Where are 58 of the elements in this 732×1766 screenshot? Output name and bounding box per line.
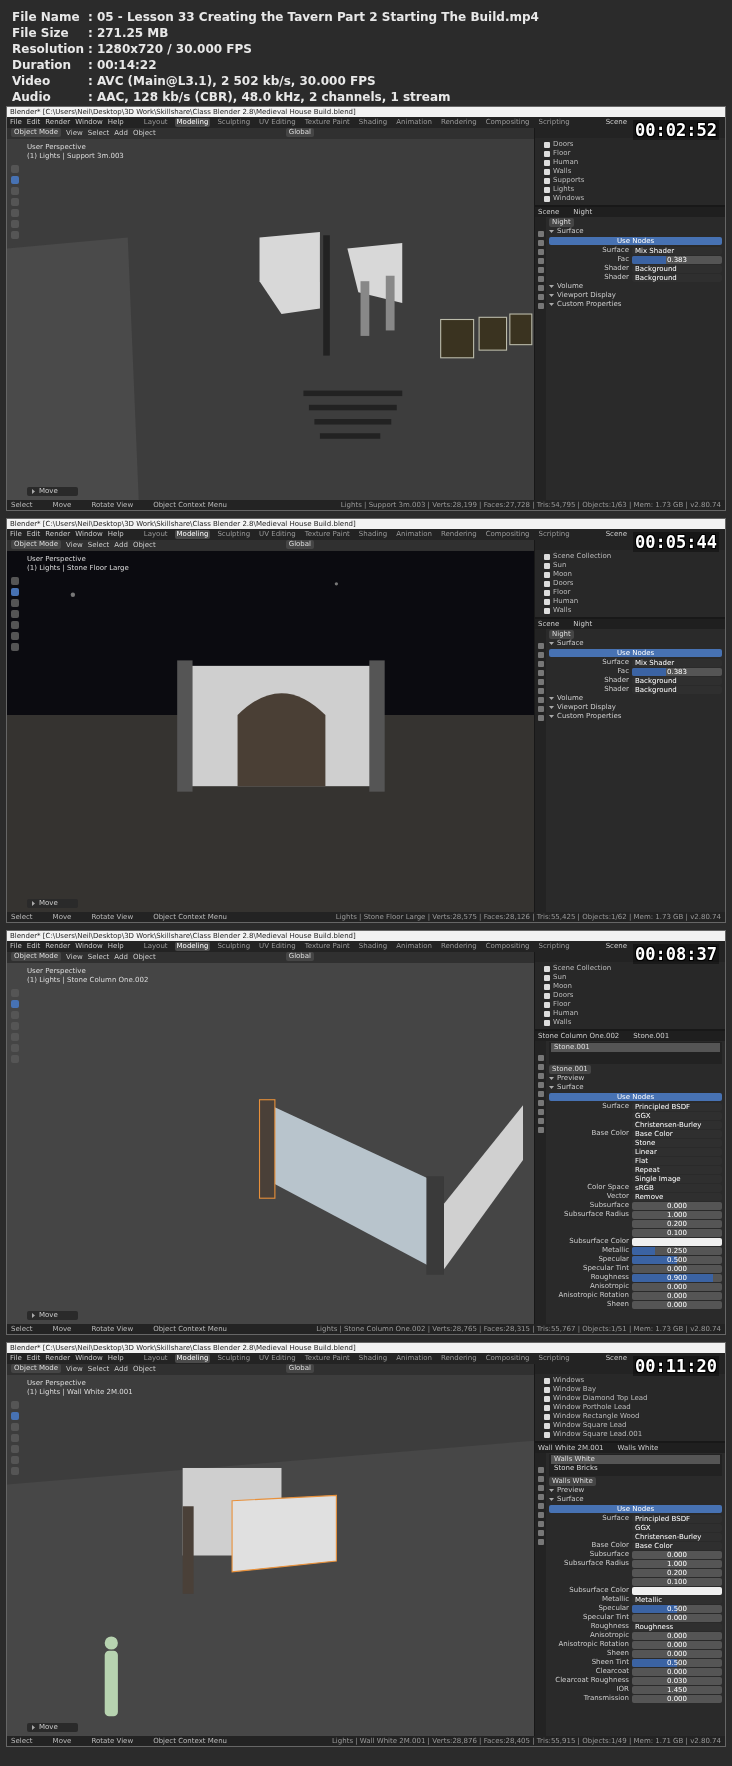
collapsed-arrow-icon[interactable] (31, 901, 36, 906)
checkbox[interactable] (544, 1001, 550, 1008)
checkbox[interactable] (544, 965, 550, 972)
timestamp: 00:11:20 (633, 1356, 719, 1376)
info-value: 1280x720 / 30.000 FPS (96, 42, 253, 57)
checkbox[interactable] (544, 974, 550, 981)
checkbox[interactable] (544, 1395, 550, 1402)
color-swatch[interactable] (632, 1237, 722, 1246)
timestamp: 00:05:44 (633, 532, 719, 552)
expand-arrow-icon[interactable] (549, 229, 554, 234)
checkbox[interactable] (544, 1422, 550, 1429)
info-value: 271.25 MB (96, 26, 170, 41)
collapsed-arrow-icon[interactable] (31, 1725, 36, 1730)
checkbox[interactable] (544, 186, 550, 193)
checkbox[interactable] (544, 1431, 550, 1438)
checkbox[interactable] (544, 607, 550, 614)
info-label: Audio (12, 90, 52, 105)
info-label: Duration (12, 58, 73, 73)
info-value: AVC (Main@L3.1), 2 502 kb/s, 30.000 FPS (96, 74, 377, 89)
info-label: Video (12, 74, 52, 89)
info-value: 00:14:22 (96, 58, 158, 73)
checkbox[interactable] (544, 141, 550, 148)
checkbox[interactable] (544, 553, 550, 560)
info-value: 05 - Lesson 33 Creating the Tavern Part 2 Starting The Build.mp4 (96, 10, 540, 25)
checkbox[interactable] (544, 992, 550, 999)
info-label: File Name (12, 10, 81, 25)
checkbox[interactable] (544, 1386, 550, 1393)
checkbox[interactable] (544, 159, 550, 166)
checkbox[interactable] (544, 589, 550, 596)
info-label: File Size (12, 26, 70, 41)
checkbox[interactable] (544, 1413, 550, 1420)
checkbox[interactable] (544, 177, 550, 184)
collapsed-arrow-icon[interactable] (31, 489, 36, 494)
timestamp: 00:02:52 (633, 120, 719, 140)
info-separator: : (88, 10, 93, 25)
info-separator: : (88, 74, 93, 89)
info-label: Resolution (12, 42, 85, 57)
collapsed-arrow-icon[interactable] (31, 1313, 36, 1318)
checkbox[interactable] (544, 1404, 550, 1411)
checkbox[interactable] (544, 983, 550, 990)
info-separator: : (88, 90, 93, 105)
expand-arrow-icon[interactable] (549, 641, 554, 646)
checkbox[interactable] (544, 195, 550, 202)
info-value: AAC, 128 kb/s (CBR), 48.0 kHz, 2 channels, 1 stream (96, 90, 452, 105)
info-separator: : (88, 26, 93, 41)
checkbox[interactable] (544, 1010, 550, 1017)
checkbox[interactable] (544, 598, 550, 605)
checkbox[interactable] (544, 168, 550, 175)
info-separator: : (88, 42, 93, 57)
checkbox[interactable] (544, 562, 550, 569)
info-separator: : (88, 58, 93, 73)
color-swatch[interactable] (632, 1586, 722, 1595)
checkbox[interactable] (544, 1377, 550, 1384)
checkbox[interactable] (544, 580, 550, 587)
checkbox[interactable] (544, 1019, 550, 1026)
timestamp: 00:08:37 (633, 944, 719, 964)
checkbox[interactable] (544, 571, 550, 578)
checkbox[interactable] (544, 150, 550, 157)
